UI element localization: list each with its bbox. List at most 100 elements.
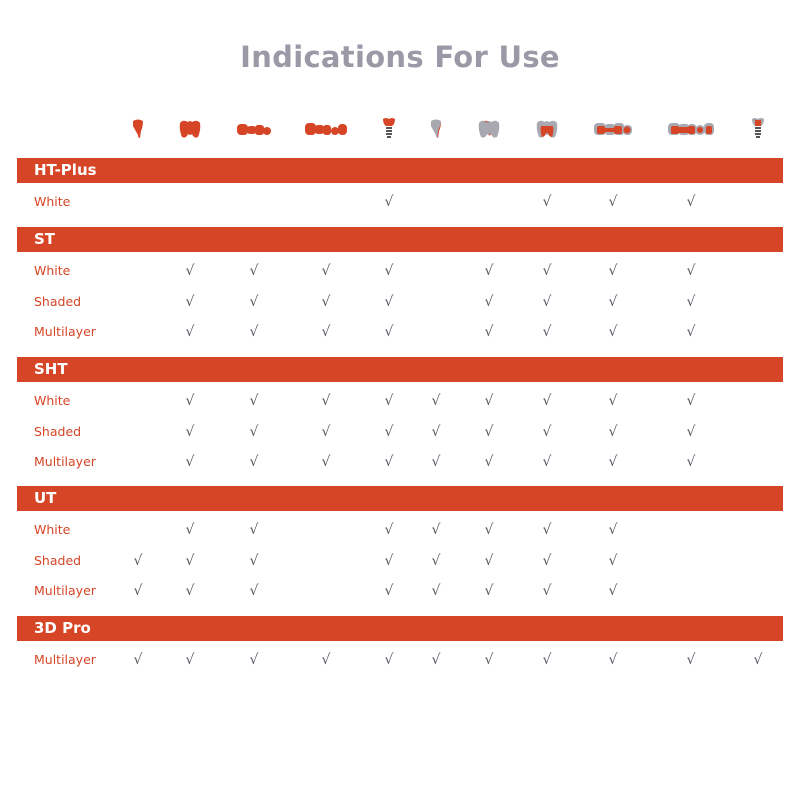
check-mark: √ bbox=[542, 652, 552, 668]
check-mark: √ bbox=[608, 652, 618, 668]
check-mark: √ bbox=[384, 423, 394, 440]
check-mark: √ bbox=[484, 522, 494, 538]
section-header-ut: UT bbox=[17, 486, 783, 511]
check-mark: √ bbox=[608, 583, 618, 599]
check-mark: √ bbox=[185, 652, 195, 668]
page-title: Indications For Use bbox=[240, 40, 560, 74]
row-label: White bbox=[34, 522, 71, 537]
section-header-sht: SHT bbox=[17, 357, 783, 382]
check-mark: √ bbox=[321, 393, 331, 409]
check-mark: √ bbox=[608, 423, 618, 440]
check-mark: √ bbox=[249, 652, 259, 668]
check-mark: √ bbox=[753, 652, 763, 668]
veneer-icon bbox=[131, 112, 145, 146]
check-mark: √ bbox=[431, 522, 441, 538]
check-mark: √ bbox=[384, 454, 394, 470]
check-mark: √ bbox=[249, 454, 259, 470]
check-mark: √ bbox=[542, 263, 552, 279]
check-mark: √ bbox=[608, 324, 618, 340]
check-mark: √ bbox=[542, 324, 552, 340]
check-mark: √ bbox=[686, 423, 696, 440]
check-mark: √ bbox=[608, 393, 618, 409]
check-mark: √ bbox=[542, 293, 552, 310]
three-unit-bridge-framework-icon bbox=[593, 112, 633, 146]
check-mark: √ bbox=[185, 293, 195, 310]
crown-cutback-icon bbox=[476, 112, 502, 146]
check-mark: √ bbox=[321, 423, 331, 440]
check-mark: √ bbox=[185, 454, 195, 470]
check-mark: √ bbox=[484, 652, 494, 668]
check-mark: √ bbox=[384, 293, 394, 310]
check-mark: √ bbox=[542, 454, 552, 470]
multi-unit-bridge-icon bbox=[304, 112, 348, 146]
check-mark: √ bbox=[608, 263, 618, 279]
check-mark: √ bbox=[542, 393, 552, 409]
check-mark: √ bbox=[185, 324, 195, 340]
row-label: Shaded bbox=[34, 293, 82, 309]
check-mark: √ bbox=[484, 423, 494, 440]
check-mark: √ bbox=[185, 552, 195, 569]
check-mark: √ bbox=[185, 583, 195, 599]
check-mark: √ bbox=[686, 652, 696, 668]
check-mark: √ bbox=[133, 583, 143, 599]
check-mark: √ bbox=[185, 263, 195, 279]
check-mark: √ bbox=[431, 423, 441, 440]
check-mark: √ bbox=[249, 522, 259, 538]
check-mark: √ bbox=[484, 293, 494, 310]
section-header-st: ST bbox=[17, 227, 783, 252]
check-mark: √ bbox=[185, 522, 195, 538]
check-mark: √ bbox=[608, 293, 618, 310]
check-mark: √ bbox=[249, 423, 259, 440]
check-mark: √ bbox=[249, 583, 259, 599]
crown-icon bbox=[177, 112, 203, 146]
check-mark: √ bbox=[484, 393, 494, 409]
check-mark: √ bbox=[384, 194, 394, 210]
check-mark: √ bbox=[542, 194, 552, 210]
section-header-ht-plus: HT-Plus bbox=[17, 158, 783, 183]
check-mark: √ bbox=[384, 324, 394, 340]
check-mark: √ bbox=[321, 324, 331, 340]
implant-crown-icon bbox=[382, 112, 396, 146]
check-mark: √ bbox=[249, 263, 259, 279]
check-mark: √ bbox=[484, 324, 494, 340]
check-mark: √ bbox=[249, 552, 259, 569]
check-mark: √ bbox=[608, 194, 618, 210]
check-mark: √ bbox=[321, 454, 331, 470]
check-mark: √ bbox=[133, 552, 143, 569]
check-mark: √ bbox=[431, 393, 441, 409]
check-mark: √ bbox=[484, 583, 494, 599]
check-mark: √ bbox=[321, 652, 331, 668]
check-mark: √ bbox=[686, 293, 696, 310]
veneer-cutback-icon bbox=[429, 112, 443, 146]
check-mark: √ bbox=[542, 583, 552, 599]
check-mark: √ bbox=[384, 552, 394, 569]
check-mark: √ bbox=[686, 393, 696, 409]
check-mark: √ bbox=[321, 263, 331, 279]
check-mark: √ bbox=[686, 263, 696, 279]
check-mark: √ bbox=[686, 194, 696, 210]
row-label: Multilayer bbox=[34, 652, 96, 667]
check-mark: √ bbox=[608, 552, 618, 569]
check-mark: √ bbox=[608, 454, 618, 470]
check-mark: √ bbox=[484, 454, 494, 470]
check-mark: √ bbox=[384, 583, 394, 599]
section-header-3d-pro: 3D Pro bbox=[17, 616, 783, 641]
check-mark: √ bbox=[484, 263, 494, 279]
check-mark: √ bbox=[484, 552, 494, 569]
crown-coping-icon bbox=[534, 112, 560, 146]
check-mark: √ bbox=[384, 393, 394, 409]
row-label: White bbox=[34, 263, 71, 278]
indication-icons-header bbox=[0, 112, 800, 146]
check-mark: √ bbox=[384, 652, 394, 668]
check-mark: √ bbox=[608, 522, 618, 538]
check-mark: √ bbox=[384, 522, 394, 538]
check-mark: √ bbox=[321, 293, 331, 310]
check-mark: √ bbox=[686, 454, 696, 470]
row-label: Shaded bbox=[34, 552, 82, 568]
row-label: Multilayer bbox=[34, 583, 96, 598]
row-label: White bbox=[34, 393, 71, 408]
three-unit-bridge-icon bbox=[236, 112, 272, 146]
check-mark: √ bbox=[249, 324, 259, 340]
check-mark: √ bbox=[384, 263, 394, 279]
check-mark: √ bbox=[185, 393, 195, 409]
